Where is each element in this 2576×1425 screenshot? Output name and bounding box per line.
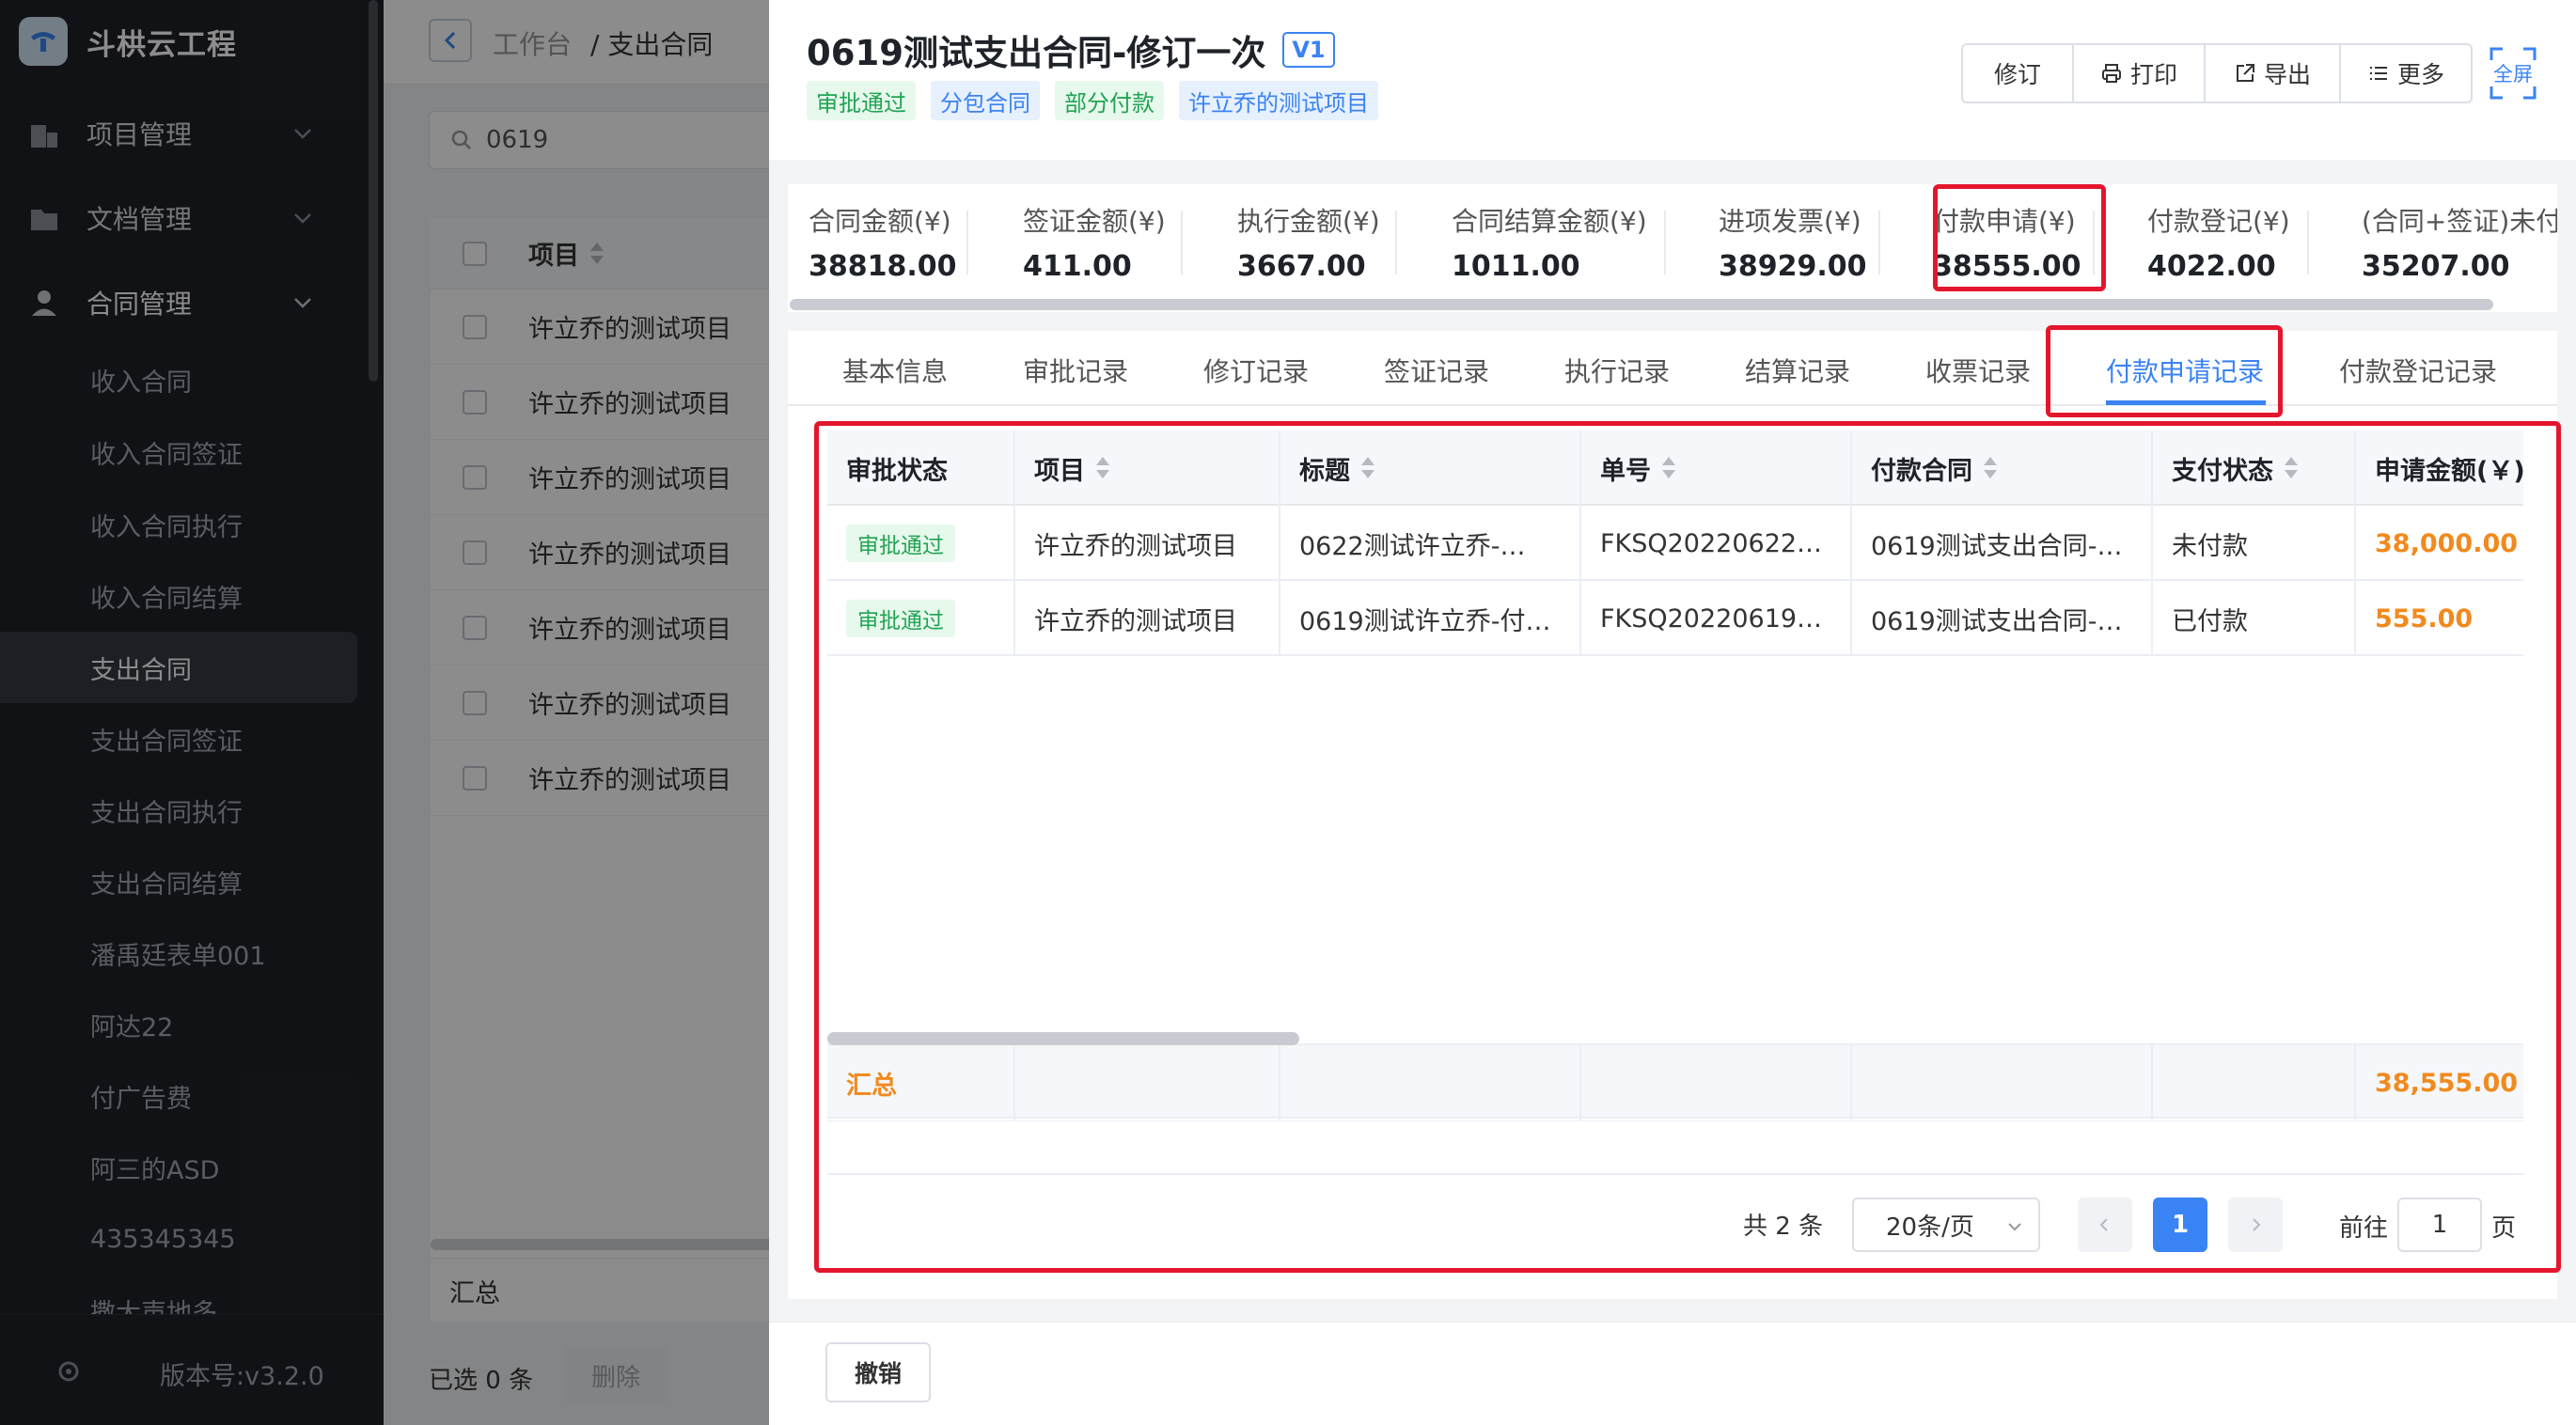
stats-scrollbar[interactable]: [790, 299, 2493, 310]
tab-invoice[interactable]: 收票记录: [1925, 352, 2031, 389]
stat-value: 411.00: [1023, 250, 1132, 283]
tag-project: 许立乔的测试项目: [1179, 81, 1378, 120]
cancel-button[interactable]: 撤销: [825, 1342, 931, 1402]
revise-button[interactable]: 修订: [1963, 45, 2074, 102]
tab-execution[interactable]: 执行记录: [1564, 352, 1670, 389]
stat-settle-amount: 合同结算金额(¥) 1011.00: [1452, 201, 1647, 283]
stat-value: 1011.00: [1452, 250, 1580, 283]
printer-icon: [2101, 64, 2121, 83]
export-label: 导出: [2263, 61, 2311, 88]
tag-approved: 审批通过: [807, 81, 916, 120]
drawer-title: 0619测试支出合同-修订一次 V1: [807, 24, 1335, 75]
stat-contract-amount: 合同金额(¥) 38818.00: [809, 201, 957, 283]
tab-payment-register[interactable]: 付款登记记录: [2339, 352, 2497, 389]
modal-overlay[interactable]: [0, 0, 769, 1425]
stat-label: 签证金额(¥): [1023, 206, 1166, 237]
tab-revision[interactable]: 修订记录: [1203, 352, 1309, 389]
record-tabs: 基本信息 审批记录 修订记录 签证记录 执行记录 结算记录 收票记录 付款申请记…: [788, 331, 2557, 406]
print-button[interactable]: 打印: [2074, 45, 2206, 102]
highlight-box-payment-table: [814, 421, 2561, 1273]
tab-basic-info[interactable]: 基本信息: [842, 352, 948, 389]
contract-title: 0619测试支出合同-修订一次: [807, 33, 1266, 73]
stat-exec-amount: 执行金额(¥) 3667.00: [1237, 201, 1380, 283]
highlight-box-payment-request-stat: [1933, 184, 2106, 291]
action-button-group: 修订 打印 导出 更多: [1961, 43, 2473, 103]
tab-visa[interactable]: 签证记录: [1384, 352, 1489, 389]
stat-unpaid: (合同+签证)未付 35207.00: [2362, 201, 2557, 283]
tag-subcontract: 分包合同: [931, 81, 1040, 120]
more-label: 更多: [2396, 61, 2444, 88]
tab-settlement[interactable]: 结算记录: [1745, 352, 1850, 389]
highlight-box-payment-request-tab: [2046, 325, 2283, 417]
status-tags: 审批通过 分包合同 部分付款 许立乔的测试项目: [807, 81, 1393, 120]
version-badge[interactable]: V1: [1282, 32, 1335, 68]
stat-label: 执行金额(¥): [1237, 206, 1380, 237]
stat-payment-register: 付款登记(¥) 4022.00: [2147, 201, 2290, 283]
stat-label: 合同结算金额(¥): [1452, 206, 1647, 237]
stat-visa-amount: 签证金额(¥) 411.00: [1023, 201, 1166, 283]
stat-value: 3667.00: [1237, 250, 1366, 283]
print-label: 打印: [2129, 61, 2177, 88]
fullscreen-icon: [2490, 47, 2537, 100]
stat-label: 付款登记(¥): [2147, 206, 2290, 237]
amount-summary: 合同金额(¥) 38818.00 签证金额(¥) 411.00 执行金额(¥) 366…: [788, 184, 2557, 312]
fullscreen-button[interactable]: 全屏: [2490, 47, 2537, 100]
tab-approval[interactable]: 审批记录: [1023, 352, 1128, 389]
export-icon: [2236, 64, 2254, 82]
stat-value: 38818.00: [809, 250, 957, 283]
drawer-footer: [769, 1322, 2576, 1425]
drawer-header: 0619测试支出合同-修订一次 V1 审批通过 分包合同 部分付款 许立乔的测试…: [769, 0, 2576, 160]
more-button[interactable]: 更多: [2341, 45, 2471, 102]
revise-label: 修订: [1993, 61, 2041, 88]
stat-label: (合同+签证)未付: [2362, 206, 2557, 237]
tag-partial-payment: 部分付款: [1055, 81, 1164, 120]
export-button[interactable]: 导出: [2206, 45, 2341, 102]
stat-value: 38929.00: [1719, 250, 1867, 283]
stat-label: 进项发票(¥): [1719, 206, 1861, 237]
list-icon: [2369, 67, 2387, 80]
stat-label: 合同金额(¥): [809, 206, 951, 237]
stat-value: 4022.00: [2147, 250, 2276, 283]
stat-value: 35207.00: [2362, 250, 2510, 283]
stat-invoice-amount: 进项发票(¥) 38929.00: [1719, 201, 1867, 283]
